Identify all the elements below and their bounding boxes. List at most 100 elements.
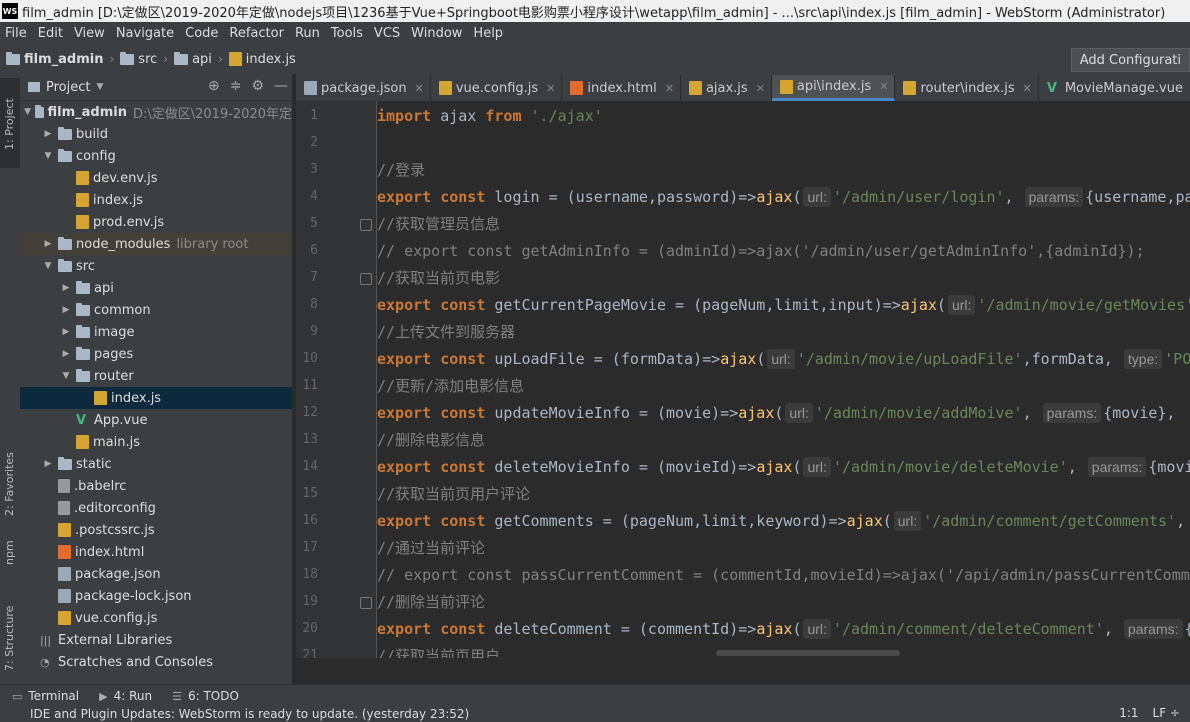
chevron-right-icon[interactable]: ▶ bbox=[42, 459, 54, 469]
menu-item-tools[interactable]: Tools bbox=[326, 26, 369, 41]
tree-item-api[interactable]: ▶ api bbox=[20, 277, 292, 299]
close-icon[interactable]: ✕ bbox=[1023, 82, 1032, 95]
tab-ajax-js[interactable]: ajax.js ✕ bbox=[681, 75, 772, 101]
close-icon[interactable]: ✕ bbox=[756, 82, 765, 95]
gear-icon[interactable]: ⚙ bbox=[251, 78, 264, 94]
breadcrumb-item[interactable]: film_admin bbox=[6, 51, 103, 67]
chevron-right-icon[interactable]: ▶ bbox=[42, 129, 54, 139]
breadcrumb-item[interactable]: src bbox=[120, 51, 157, 67]
menu-item-help[interactable]: Help bbox=[468, 26, 509, 41]
tree-item-film-admin[interactable]: ▼ film_admin D:\定做区\2019-2020年定 bbox=[20, 101, 292, 123]
tree-item-src[interactable]: ▼ src bbox=[20, 255, 292, 277]
tab-api-index-js[interactable]: api\index.js ✕ bbox=[771, 75, 896, 101]
folder-icon bbox=[58, 258, 72, 272]
chevron-down-icon[interactable]: ▼ bbox=[96, 82, 103, 92]
hide-panel-icon[interactable]: — bbox=[274, 78, 288, 94]
tree-item-build[interactable]: ▶ build bbox=[20, 123, 292, 145]
locate-file-icon[interactable]: ⊕ bbox=[208, 78, 220, 94]
menu-item-refactor[interactable]: Refactor bbox=[224, 26, 290, 41]
tree-item-index-js[interactable]: index.js bbox=[20, 189, 292, 211]
code-editor[interactable]: 1 2 3 4 5 6 7 8 9 10 11 12 13 14 15 16 17 18 19 20 21 import… bbox=[296, 101, 1190, 658]
close-icon[interactable]: ✕ bbox=[546, 82, 555, 95]
tree-item-static[interactable]: ▶ static bbox=[20, 453, 292, 475]
line-number: 6 bbox=[310, 243, 318, 258]
chevron-down-icon[interactable]: ▼ bbox=[60, 371, 72, 381]
code-line: export const upLoadFile = (formData)=>aj… bbox=[377, 346, 1190, 373]
project-tool-tab[interactable]: 1: Project bbox=[0, 78, 20, 168]
close-icon[interactable]: ✕ bbox=[415, 82, 424, 95]
tree-item-config[interactable]: ▼ config bbox=[20, 145, 292, 167]
close-icon[interactable]: ✕ bbox=[879, 80, 888, 93]
chevron-down-icon[interactable]: ▼ bbox=[42, 261, 54, 271]
folder-icon bbox=[76, 302, 90, 316]
tab-moviemanage-vue[interactable]: VMovieManage.vue✕ bbox=[1039, 75, 1190, 101]
chevron-right-icon[interactable]: ▶ bbox=[60, 327, 72, 337]
tab-vue-config-js[interactable]: vue.config.js ✕ bbox=[431, 75, 563, 101]
tree-item-common[interactable]: ▶ common bbox=[20, 299, 292, 321]
menu-item-code[interactable]: Code bbox=[180, 26, 224, 41]
code-token: ajax bbox=[738, 404, 775, 422]
caret-position[interactable]: 1:1 bbox=[1119, 706, 1138, 720]
project-panel-title[interactable]: Project bbox=[46, 80, 90, 95]
code-token: //获取管理员信息 bbox=[377, 215, 501, 233]
tree-item-babelrc[interactable]: .babelrc bbox=[20, 475, 292, 497]
menu-item-navigate[interactable]: Navigate bbox=[111, 26, 180, 41]
tool-window-4-run[interactable]: ▶ 4: Run bbox=[99, 689, 152, 703]
fold-marker-icon[interactable] bbox=[360, 273, 372, 285]
tree-item-router[interactable]: ▼ router bbox=[20, 365, 292, 387]
tree-item-app-vue[interactable]: V App.vue bbox=[20, 409, 292, 431]
collapse-all-icon[interactable]: ≑ bbox=[230, 78, 242, 94]
status-message[interactable]: IDE and Plugin Updates: WebStorm is read… bbox=[30, 707, 469, 721]
breadcrumb-item[interactable]: api bbox=[174, 51, 212, 67]
menu-item-run[interactable]: Run bbox=[290, 26, 326, 41]
code-token: ( bbox=[774, 404, 784, 422]
tree-item-label: prod.env.js bbox=[93, 214, 165, 230]
tree-item-dev-env-js[interactable]: dev.env.js bbox=[20, 167, 292, 189]
chevron-down-icon[interactable]: ▼ bbox=[42, 151, 54, 161]
npm-tool-tab[interactable]: npm bbox=[0, 529, 20, 579]
menu-item-view[interactable]: View bbox=[69, 26, 111, 41]
tree-item-package-json[interactable]: package.json bbox=[20, 563, 292, 585]
chevron-right-icon[interactable]: ▶ bbox=[60, 305, 72, 315]
menu-item-edit[interactable]: Edit bbox=[33, 26, 69, 41]
fold-marker-icon[interactable] bbox=[360, 219, 372, 231]
tree-item-pages[interactable]: ▶ pages bbox=[20, 343, 292, 365]
tree-item-editorconfig[interactable]: .editorconfig bbox=[20, 497, 292, 519]
code-token: //通过当前评论 bbox=[377, 539, 486, 557]
tab-index-html[interactable]: index.html ✕ bbox=[562, 75, 681, 101]
tree-item-label: static bbox=[76, 456, 112, 472]
tab-package-json[interactable]: package.json ✕ bbox=[296, 75, 431, 101]
tree-item-index-html[interactable]: index.html bbox=[20, 541, 292, 563]
fold-marker-icon[interactable] bbox=[360, 597, 372, 609]
tree-item-vue-config-js[interactable]: vue.config.js bbox=[20, 607, 292, 629]
chevron-right-icon[interactable]: ▶ bbox=[60, 349, 72, 359]
tree-item-main-js[interactable]: main.js bbox=[20, 431, 292, 453]
tab-router-index-js[interactable]: router\index.js ✕ bbox=[895, 75, 1039, 101]
json-file-icon bbox=[58, 589, 71, 603]
tool-window-terminal[interactable]: ▭ Terminal bbox=[12, 689, 79, 703]
menu-item-window[interactable]: Window bbox=[406, 26, 468, 41]
chevron-down-icon[interactable]: ▼ bbox=[24, 107, 31, 117]
breadcrumb-label: index.js bbox=[245, 51, 296, 67]
line-separator[interactable]: LF ÷ bbox=[1153, 706, 1180, 720]
structure-tool-tab[interactable]: 7: Structure bbox=[0, 589, 20, 679]
close-icon[interactable]: ✕ bbox=[665, 82, 674, 95]
menu-item-vcs[interactable]: VCS bbox=[369, 26, 406, 41]
favorites-tool-tab[interactable]: 2: Favorites bbox=[0, 434, 20, 524]
tree-item-external-libraries[interactable]: ||| External Libraries bbox=[20, 629, 292, 651]
breadcrumb-item[interactable]: index.js bbox=[228, 51, 296, 67]
chevron-right-icon[interactable]: ▶ bbox=[60, 283, 72, 293]
add-configuration-button[interactable]: Add Configurati bbox=[1070, 48, 1190, 72]
tree-item-node-modules[interactable]: ▶ node_modules library root bbox=[20, 233, 292, 255]
chevron-right-icon[interactable]: ▶ bbox=[42, 239, 54, 249]
horizontal-scrollbar[interactable] bbox=[716, 650, 900, 656]
tree-item-prod-env-js[interactable]: prod.env.js bbox=[20, 211, 292, 233]
tree-item-index-js[interactable]: index.js bbox=[20, 387, 292, 409]
menu-item-file[interactable]: File bbox=[0, 26, 33, 41]
tree-item-image[interactable]: ▶ image bbox=[20, 321, 292, 343]
tree-item-package-lock-json[interactable]: package-lock.json bbox=[20, 585, 292, 607]
tree-item-scratches-and-consoles[interactable]: ◔ Scratches and Consoles bbox=[20, 651, 292, 673]
tool-window-6-todo[interactable]: ☰ 6: TODO bbox=[172, 689, 239, 703]
tree-item-postcssrc-js[interactable]: .postcssrc.js bbox=[20, 519, 292, 541]
code-token: '/admin/comment/getComments' bbox=[923, 512, 1177, 530]
